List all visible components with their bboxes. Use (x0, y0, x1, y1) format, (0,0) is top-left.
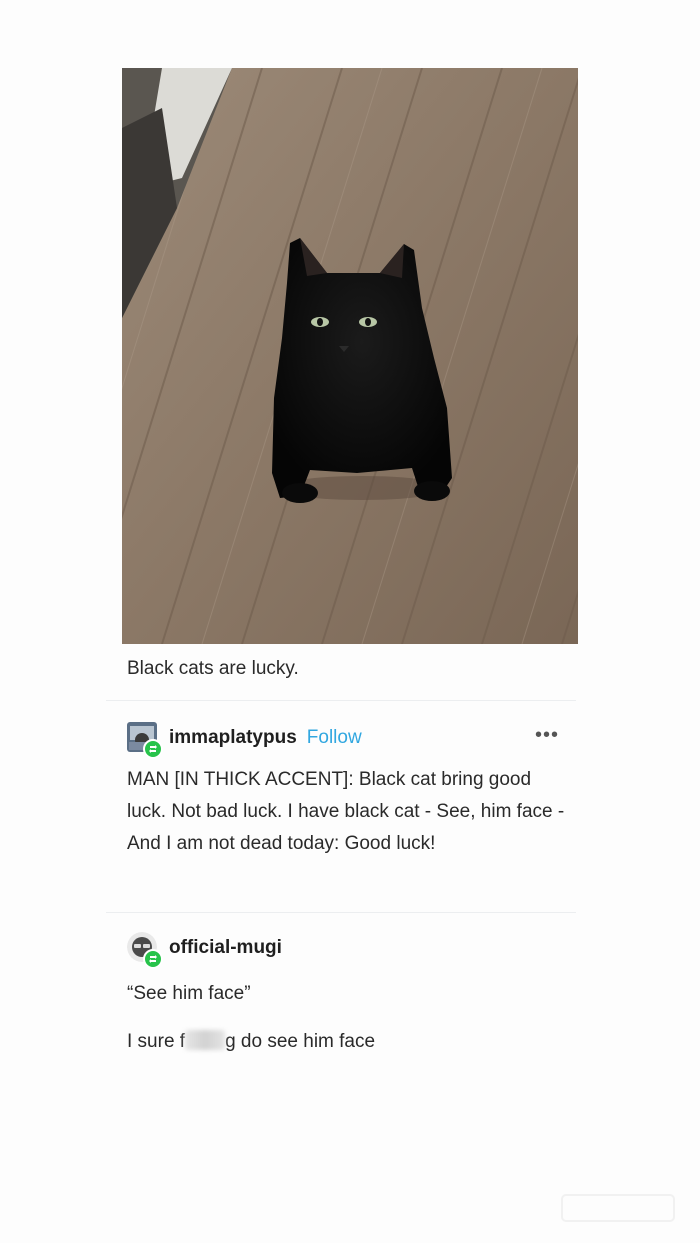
black-cat-photo-svg (122, 68, 578, 644)
reply-text: I sure f g do see him face (127, 1026, 567, 1058)
post-caption: Black cats are lucky. (127, 658, 299, 679)
reply-suffix: g do see him face (225, 1031, 376, 1052)
more-options-icon[interactable]: ••• (535, 725, 559, 745)
avatar[interactable] (127, 932, 163, 969)
follow-button[interactable]: Follow (307, 727, 362, 749)
reblog-icon (143, 739, 163, 759)
username-immaplatypus[interactable]: immaplatypus (169, 727, 297, 749)
reblog-entry-immaplatypus: immaplatypus Follow ••• MAN [IN THICK AC… (127, 720, 567, 860)
reblog-entry-official-mugi: official-mugi “See him face” I sure f g d… (127, 930, 567, 1058)
divider (106, 912, 576, 913)
page: Black cats are lucky. immaplatypus Follo… (0, 0, 700, 1243)
reblog-icon (143, 949, 163, 969)
quote-text: “See him face” (127, 983, 251, 1004)
watermark-logo (561, 1194, 675, 1222)
divider (106, 700, 576, 701)
black-cat-photo (122, 68, 578, 644)
censored-word (185, 1030, 226, 1050)
reply-prefix: I sure f (127, 1031, 186, 1052)
reblog-header: official-mugi (127, 930, 567, 969)
reblog-header: immaplatypus Follow (127, 720, 567, 759)
avatar[interactable] (127, 722, 163, 759)
reblog-text: MAN [IN THICK ACCENT]: Black cat bring g… (127, 769, 565, 854)
username-official-mugi[interactable]: official-mugi (169, 937, 282, 959)
